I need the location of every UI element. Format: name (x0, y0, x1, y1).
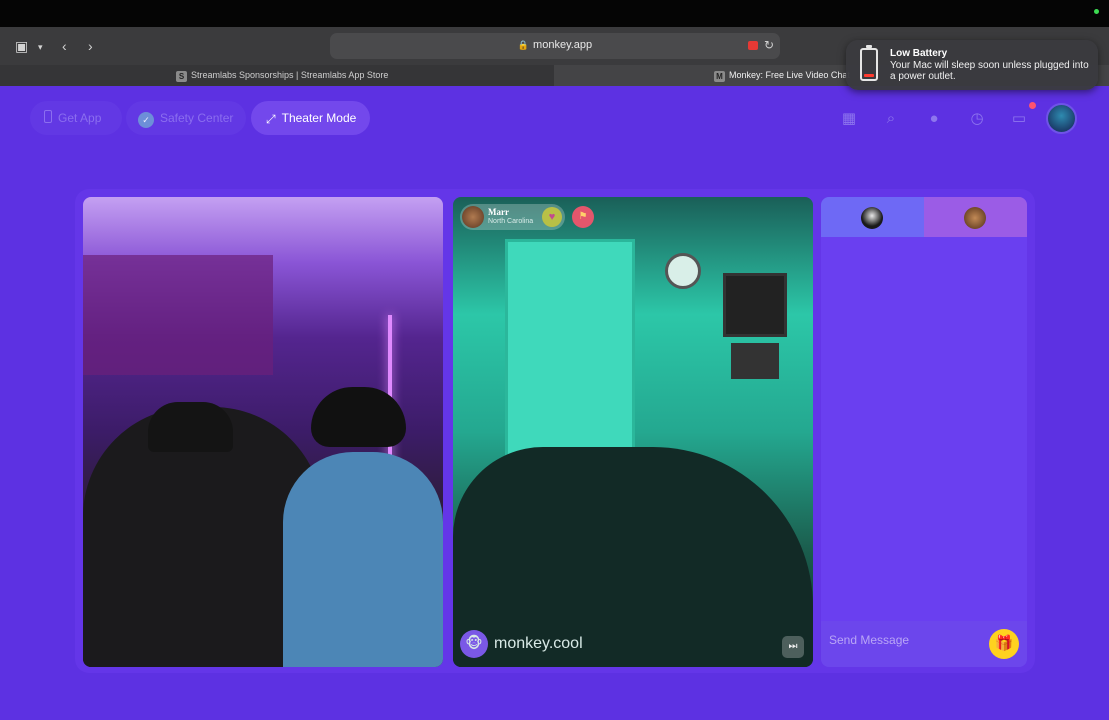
back-icon[interactable]: ‹ (62, 37, 67, 55)
forward-icon[interactable]: › (88, 37, 93, 55)
url-text: monkey.app (533, 39, 593, 51)
frame-shape (723, 273, 787, 337)
tab-title: Streamlabs Sponsorships | Streamlabs App… (191, 70, 389, 80)
chat-input-bar: 🎁 (821, 621, 1027, 667)
status-dot (1094, 9, 1099, 14)
get-app-label: Get App (58, 111, 102, 125)
low-battery-notification[interactable]: Low Battery Your Mac will sleep soon unl… (846, 40, 1098, 90)
peer-info-tag[interactable]: Marr North Carolina ♥ (460, 204, 565, 230)
report-icon[interactable]: ⚑ (572, 206, 594, 228)
sidebar-icon[interactable]: ▣ (15, 37, 28, 55)
coin-icon[interactable]: ● (923, 108, 945, 130)
favicon-icon: M (714, 71, 725, 82)
phone-icon (44, 110, 52, 123)
heart-icon[interactable]: ♥ (542, 207, 562, 227)
gift-button[interactable]: 🎁 (989, 629, 1019, 659)
record-icon[interactable] (748, 41, 758, 50)
self-avatar (861, 207, 883, 229)
frame-shape (731, 343, 779, 379)
safety-center-label: Safety Center (160, 111, 234, 125)
reload-icon[interactable]: ↻ (764, 38, 774, 52)
peer-location: North Carolina (488, 218, 534, 225)
skip-icon[interactable]: ⏭ (782, 636, 804, 658)
peer-video: Marr North Carolina ♥ ⚑ 🐵 monkey.cool ⏭ (453, 197, 813, 667)
shield-icon: ✓ (138, 112, 154, 128)
stream-brand: monkey.cool (494, 635, 583, 652)
favicon-icon: S (176, 71, 187, 82)
stream-watermark: 🐵 monkey.cool (460, 629, 583, 659)
monkey-icon: 🐵 (460, 629, 488, 658)
menu-strip (0, 0, 1109, 27)
theater-mode-label: Theater Mode (281, 111, 357, 125)
gift-box-icon[interactable]: ▦ (838, 108, 860, 130)
person-right-shape (283, 452, 443, 667)
chevron-down-icon[interactable]: ▾ (38, 38, 43, 56)
notification-body: Your Mac will sleep soon unless plugged … (890, 60, 1089, 82)
peer-avatar (462, 206, 484, 228)
safety-center-button[interactable]: ✓ Safety Center (126, 101, 246, 135)
self-video (83, 197, 443, 667)
lock-icon: 🔒 (517, 40, 530, 50)
search-icon[interactable]: ⌕ (880, 108, 902, 130)
chat-icon[interactable]: ▭ (1008, 108, 1030, 130)
tab-streamlabs[interactable]: S Streamlabs Sponsorships | Streamlabs Ap… (0, 65, 554, 86)
notification-title: Low Battery (890, 48, 948, 59)
peer-chat-avatar (964, 207, 986, 229)
address-bar[interactable]: 🔒 monkey.app ↻ (330, 33, 780, 59)
profile-avatar[interactable] (1046, 103, 1077, 134)
expand-icon: ⤢ (266, 112, 276, 126)
peer-name: Marr (488, 207, 509, 217)
theater-mode-button[interactable]: ⤢ Theater Mode (251, 101, 370, 135)
tab-title: Monkey: Free Live Video Chat (729, 70, 850, 80)
tapestry-shape (83, 255, 273, 375)
message-input[interactable] (829, 630, 979, 650)
cap-shape (148, 402, 233, 452)
history-icon[interactable]: ◷ (966, 108, 988, 130)
battery-icon (860, 45, 878, 81)
clock-shape (665, 253, 701, 289)
chat-panel: 🎁 (821, 197, 1027, 667)
notification-badge (1029, 102, 1036, 109)
get-app-button[interactable]: Get App (30, 101, 122, 135)
